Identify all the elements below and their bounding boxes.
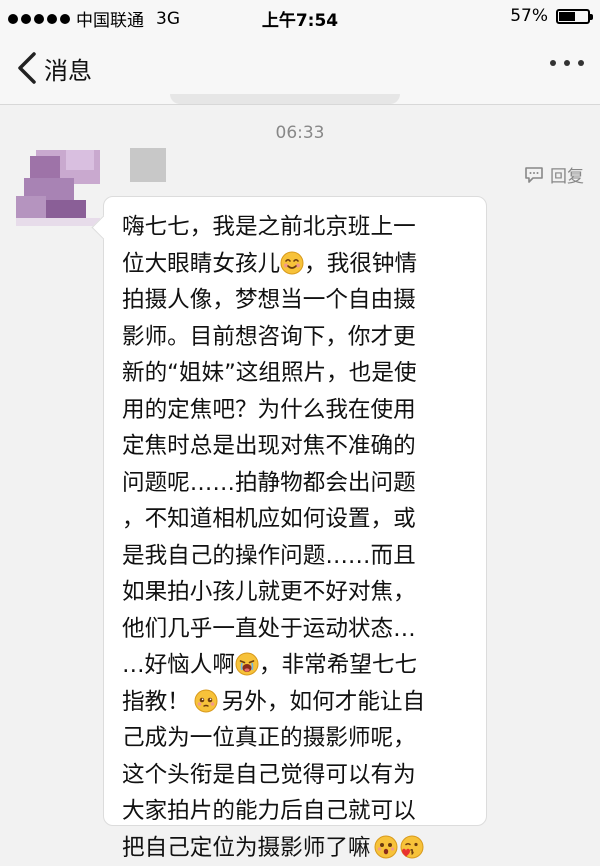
more-dot-icon — [578, 60, 584, 66]
back-button[interactable]: 消息 — [14, 50, 92, 86]
battery-percent: 57% — [510, 6, 548, 26]
message-part-2: ，我很钟情 拍摄人像，梦想当一个自由摄 影师。目前想咨询下，你才更 新的“姐妹”… — [122, 250, 418, 679]
comment-icon — [525, 166, 543, 183]
pleading-emoji-icon — [194, 689, 218, 712]
back-label: 消息 — [44, 56, 92, 85]
battery-fill — [559, 11, 575, 21]
more-dot-icon — [564, 60, 570, 66]
reply-button[interactable]: 回复 — [524, 162, 584, 187]
header-shadow-strip — [170, 94, 400, 104]
more-options-button[interactable] — [550, 60, 584, 66]
message-bubble[interactable]: 嗨七七，我是之前北京班上一 位大眼睛女孩儿 ，我很钟情 拍摄人像，梦想当一个自由摄… — [103, 196, 487, 861]
message-text: 嗨七七，我是之前北京班上一 位大眼睛女孩儿 ，我很钟情 拍摄人像，梦想当一个自由摄… — [122, 209, 472, 866]
status-bar: 中国联通 3G 上午7:54 57% — [0, 0, 600, 34]
chevron-left-icon — [18, 52, 36, 84]
sender-name-redacted — [130, 148, 166, 182]
sender-avatar[interactable] — [16, 150, 100, 226]
more-dot-icon — [550, 60, 556, 66]
surprised-emoji-icon — [374, 835, 398, 858]
message-timestamp: 06:33 — [275, 123, 325, 143]
kiss-heart-emoji-icon — [400, 835, 424, 858]
reply-label: 回复 — [550, 167, 584, 187]
smile-emoji-icon — [280, 251, 304, 274]
status-right: 57% — [510, 6, 593, 26]
battery-icon — [556, 8, 593, 24]
crying-emoji-icon — [235, 652, 259, 676]
